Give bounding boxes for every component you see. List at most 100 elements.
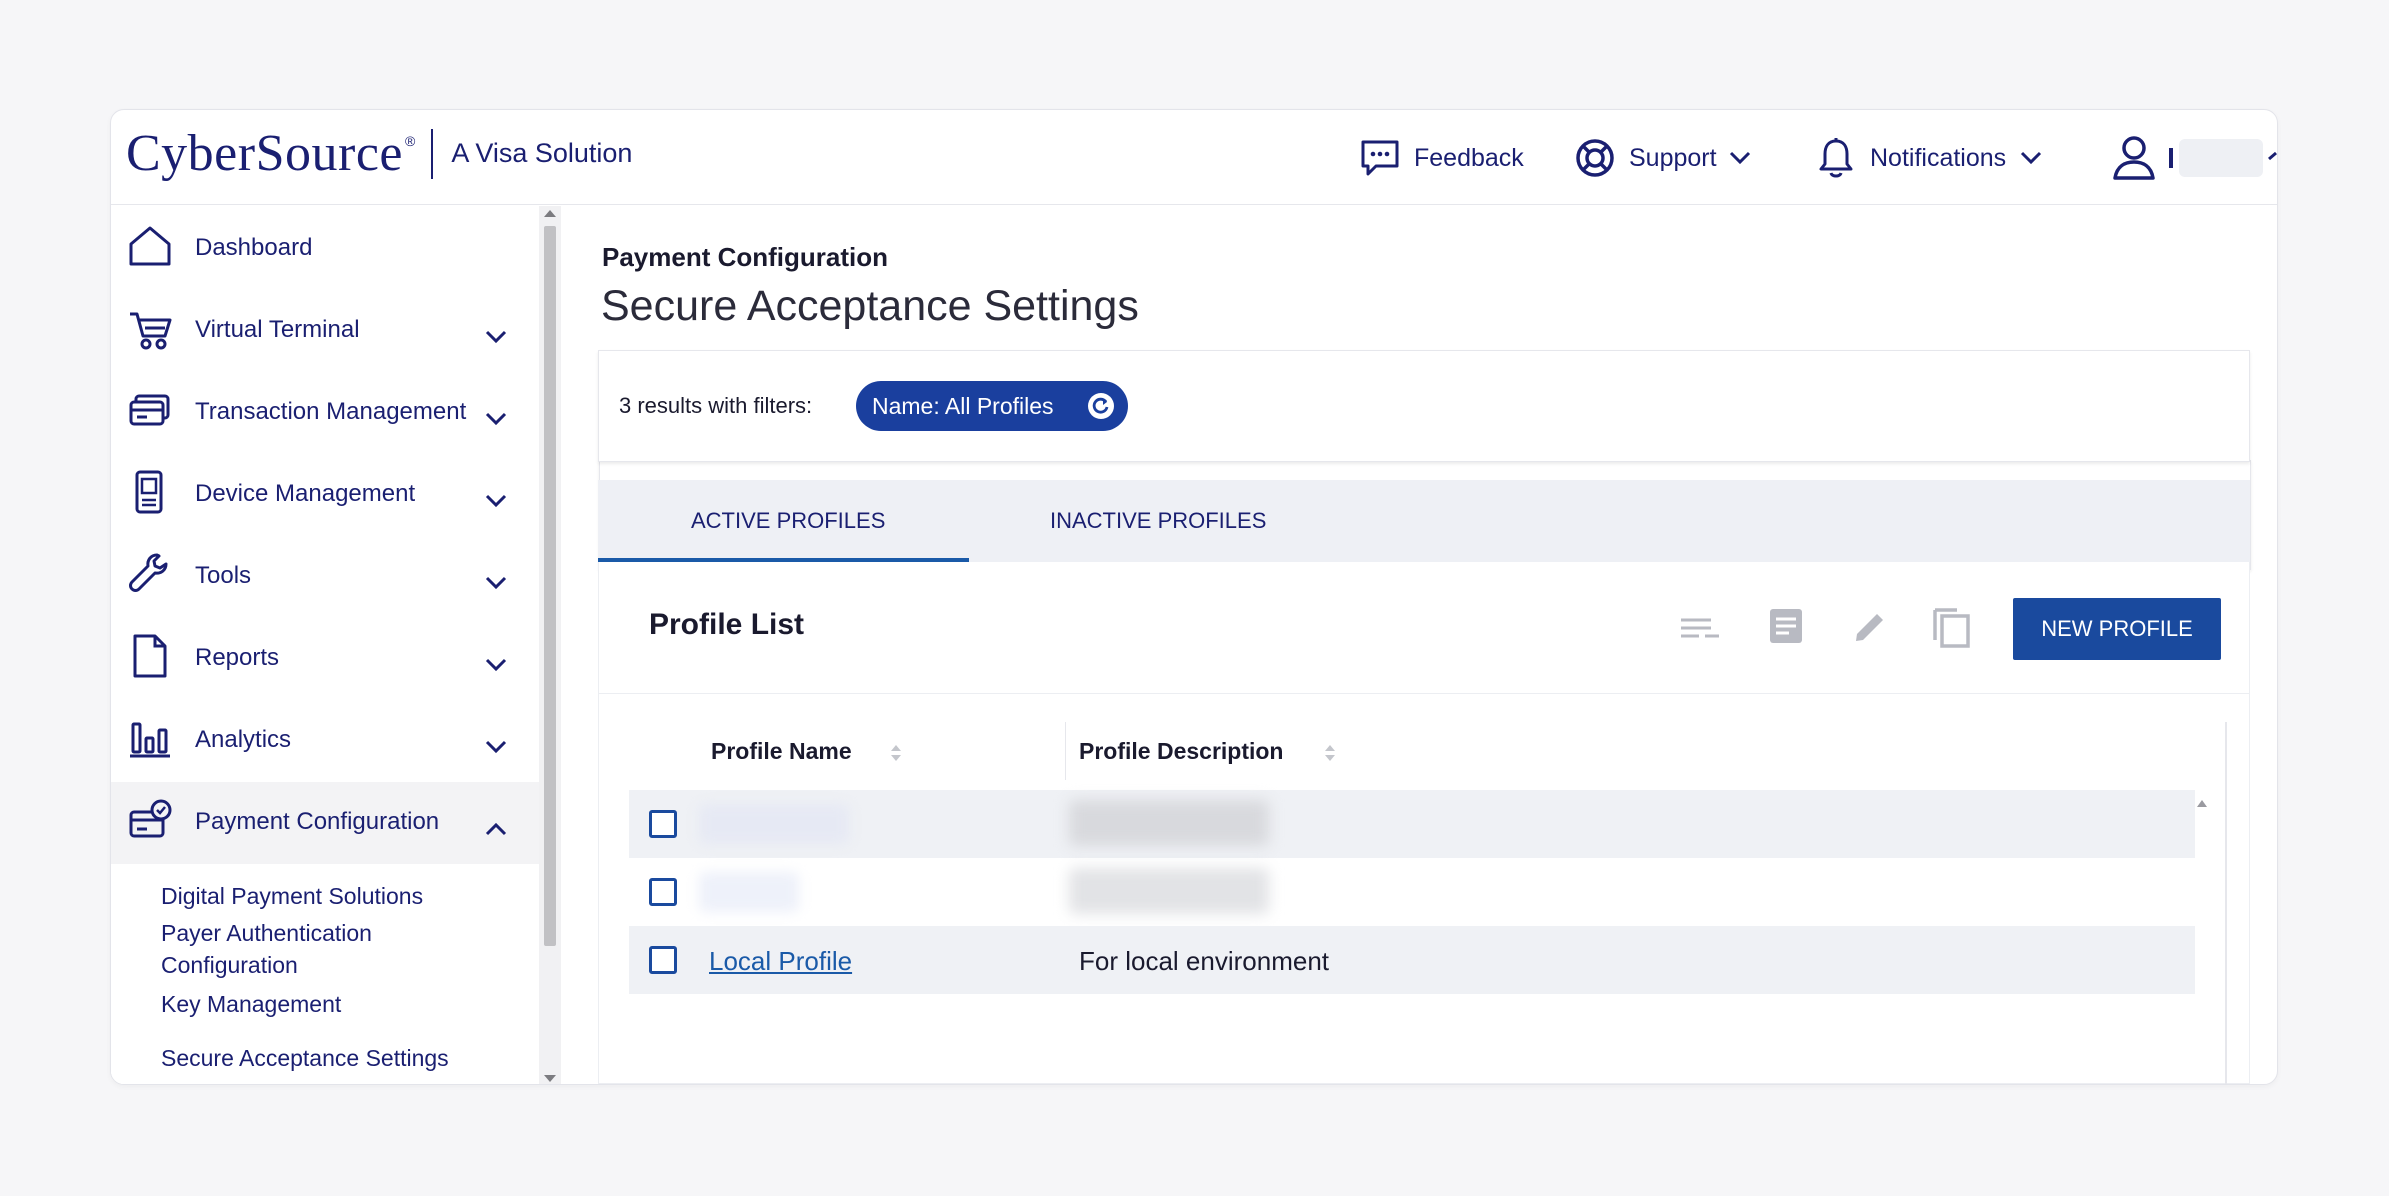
sidebar-subitem-payer-authentication[interactable]: Payer Authentication — [161, 917, 372, 949]
tab-active-profiles[interactable]: ACTIVE PROFILES — [691, 508, 885, 534]
support-menu[interactable]: Support — [1573, 136, 1751, 180]
user-menu[interactable] — [2111, 134, 2277, 182]
table-scrollbar-track[interactable] — [2225, 722, 2227, 1084]
chevron-down-icon — [2020, 151, 2042, 165]
sidebar-item-tools[interactable]: Tools — [111, 536, 539, 618]
sidebar-item-label: Virtual Terminal — [195, 316, 360, 343]
chevron-down-icon — [485, 323, 507, 351]
card-divider — [599, 693, 2249, 694]
row-checkbox[interactable] — [649, 810, 677, 838]
document-icon — [127, 632, 173, 682]
sort-icon[interactable] — [1323, 743, 1337, 768]
chevron-down-icon — [485, 487, 507, 515]
edit-icon[interactable] — [1851, 608, 1889, 651]
results-summary: 3 results with filters: — [619, 393, 813, 418]
table-scroll-up-arrow[interactable] — [2197, 800, 2207, 807]
table-row[interactable] — [629, 790, 2195, 858]
brand-registered-mark: ® — [404, 132, 416, 149]
profile-description-redacted — [1069, 800, 1269, 846]
list-view-icon[interactable] — [1679, 614, 1721, 649]
feedback-label: Feedback — [1414, 143, 1524, 172]
sidebar-subitem-secure-acceptance-settings[interactable]: Secure Acceptance Settings — [161, 1042, 449, 1074]
sidebar-item-label: Device Management — [195, 480, 416, 507]
sidebar-item-virtual-terminal[interactable]: Virtual Terminal — [111, 290, 539, 372]
payment-config-icon — [127, 796, 173, 846]
sidebar-item-device-management[interactable]: Device Management — [111, 454, 539, 536]
profile-description-redacted — [1069, 868, 1269, 914]
profile-name-link[interactable]: Local Profile — [709, 946, 852, 977]
refresh-icon[interactable] — [1088, 393, 1114, 419]
feedback-button[interactable]: Feedback — [1358, 136, 1524, 180]
chevron-down-icon — [2267, 151, 2277, 165]
notifications-label: Notifications — [1870, 143, 2007, 172]
sidebar-scrollbar[interactable] — [539, 206, 561, 1084]
cart-icon — [127, 304, 173, 354]
row-checkbox[interactable] — [649, 946, 677, 974]
brand-logo[interactable]: CyberSource ® A Visa Solution — [126, 124, 632, 183]
profile-description: For local environment — [1079, 946, 1329, 976]
scroll-thumb[interactable] — [544, 226, 556, 946]
support-label: Support — [1629, 143, 1717, 172]
chevron-down-icon — [1729, 151, 1751, 165]
column-header-profile-name[interactable]: Profile Name — [711, 738, 852, 765]
sidebar-item-label: Analytics — [195, 726, 292, 753]
table-row[interactable]: Local Profile For local environment — [629, 926, 2195, 994]
user-icon — [2111, 134, 2157, 182]
column-separator — [1065, 722, 1066, 780]
chevron-up-icon — [485, 815, 507, 843]
details-icon[interactable] — [1767, 606, 1805, 651]
filter-chip-label: Name: All Profiles — [872, 392, 1054, 419]
cards-icon — [127, 386, 173, 436]
sidebar-subitem-digital-payment-solutions[interactable]: Digital Payment Solutions — [161, 880, 423, 912]
chevron-down-icon — [485, 569, 507, 597]
brand-tagline: A Visa Solution — [451, 138, 633, 168]
sidebar-subitem-key-management[interactable]: Key Management — [161, 988, 341, 1020]
sidebar-item-label: Tools — [195, 562, 252, 589]
scroll-up-arrow[interactable] — [544, 210, 556, 217]
feedback-icon — [1358, 136, 1402, 180]
sidebar-item-label: Dashboard — [195, 234, 313, 261]
bar-chart-icon — [127, 714, 173, 764]
row-checkbox[interactable] — [649, 878, 677, 906]
sidebar-item-analytics[interactable]: Analytics — [111, 700, 539, 782]
breadcrumb[interactable]: Payment Configuration — [602, 242, 888, 273]
scroll-down-arrow[interactable] — [544, 1075, 556, 1082]
sort-icon[interactable] — [889, 743, 903, 768]
filter-panel: 3 results with filters: Name: All Profil… — [598, 350, 2250, 462]
home-icon — [127, 222, 173, 272]
filter-chip[interactable]: Name: All Profiles — [856, 381, 1128, 431]
wrench-icon — [127, 550, 173, 600]
sidebar-item-label: Reports — [195, 644, 280, 671]
notifications-menu[interactable]: Notifications — [1816, 136, 2042, 180]
sidebar-item-dashboard[interactable]: Dashboard — [111, 208, 539, 290]
profile-name-redacted — [699, 872, 799, 912]
user-name-redacted — [2179, 139, 2263, 177]
bell-icon — [1816, 136, 1856, 180]
device-icon — [127, 468, 173, 518]
sidebar-item-transaction-management[interactable]: Transaction Management — [111, 372, 539, 454]
sidebar-item-reports[interactable]: Reports — [111, 618, 539, 700]
sidebar-item-payment-configuration[interactable]: Payment Configuration — [111, 782, 539, 864]
lifebuoy-icon — [1573, 136, 1617, 180]
sidebar-submenu: Digital Payment Solutions Payer Authenti… — [111, 864, 539, 1084]
profile-list-title: Profile List — [649, 608, 805, 641]
tab-inactive-profiles[interactable]: INACTIVE PROFILES — [1050, 508, 1266, 534]
sidebar-item-label: Transaction Management — [195, 398, 467, 425]
sidebar-subitem-payer-authentication-configuration[interactable]: Configuration — [161, 949, 298, 981]
sidebar-item-label: Payment Configuration — [195, 808, 440, 835]
brand-divider — [431, 128, 434, 179]
table-row[interactable] — [629, 858, 2195, 926]
profile-list-card: Profile List NEW PROFILE Profile Name Pr… — [598, 562, 2250, 1084]
column-header-profile-description[interactable]: Profile Description — [1079, 738, 1283, 765]
new-profile-button[interactable]: NEW PROFILE — [2013, 598, 2221, 660]
chevron-down-icon — [485, 733, 507, 761]
profile-name-redacted — [699, 804, 849, 844]
copy-icon[interactable] — [1931, 604, 1973, 655]
chevron-down-icon — [485, 651, 507, 679]
page-title: Secure Acceptance Settings — [601, 282, 1139, 330]
brand-name: CyberSource — [126, 125, 403, 182]
user-initial-fragment — [2169, 148, 2173, 168]
sidebar: Dashboard Virtual Terminal Transaction M… — [111, 206, 561, 1084]
profile-tabs: ACTIVE PROFILES INACTIVE PROFILES — [598, 480, 2250, 562]
top-header: CyberSource ® A Visa Solution Feedback S… — [111, 110, 2277, 205]
